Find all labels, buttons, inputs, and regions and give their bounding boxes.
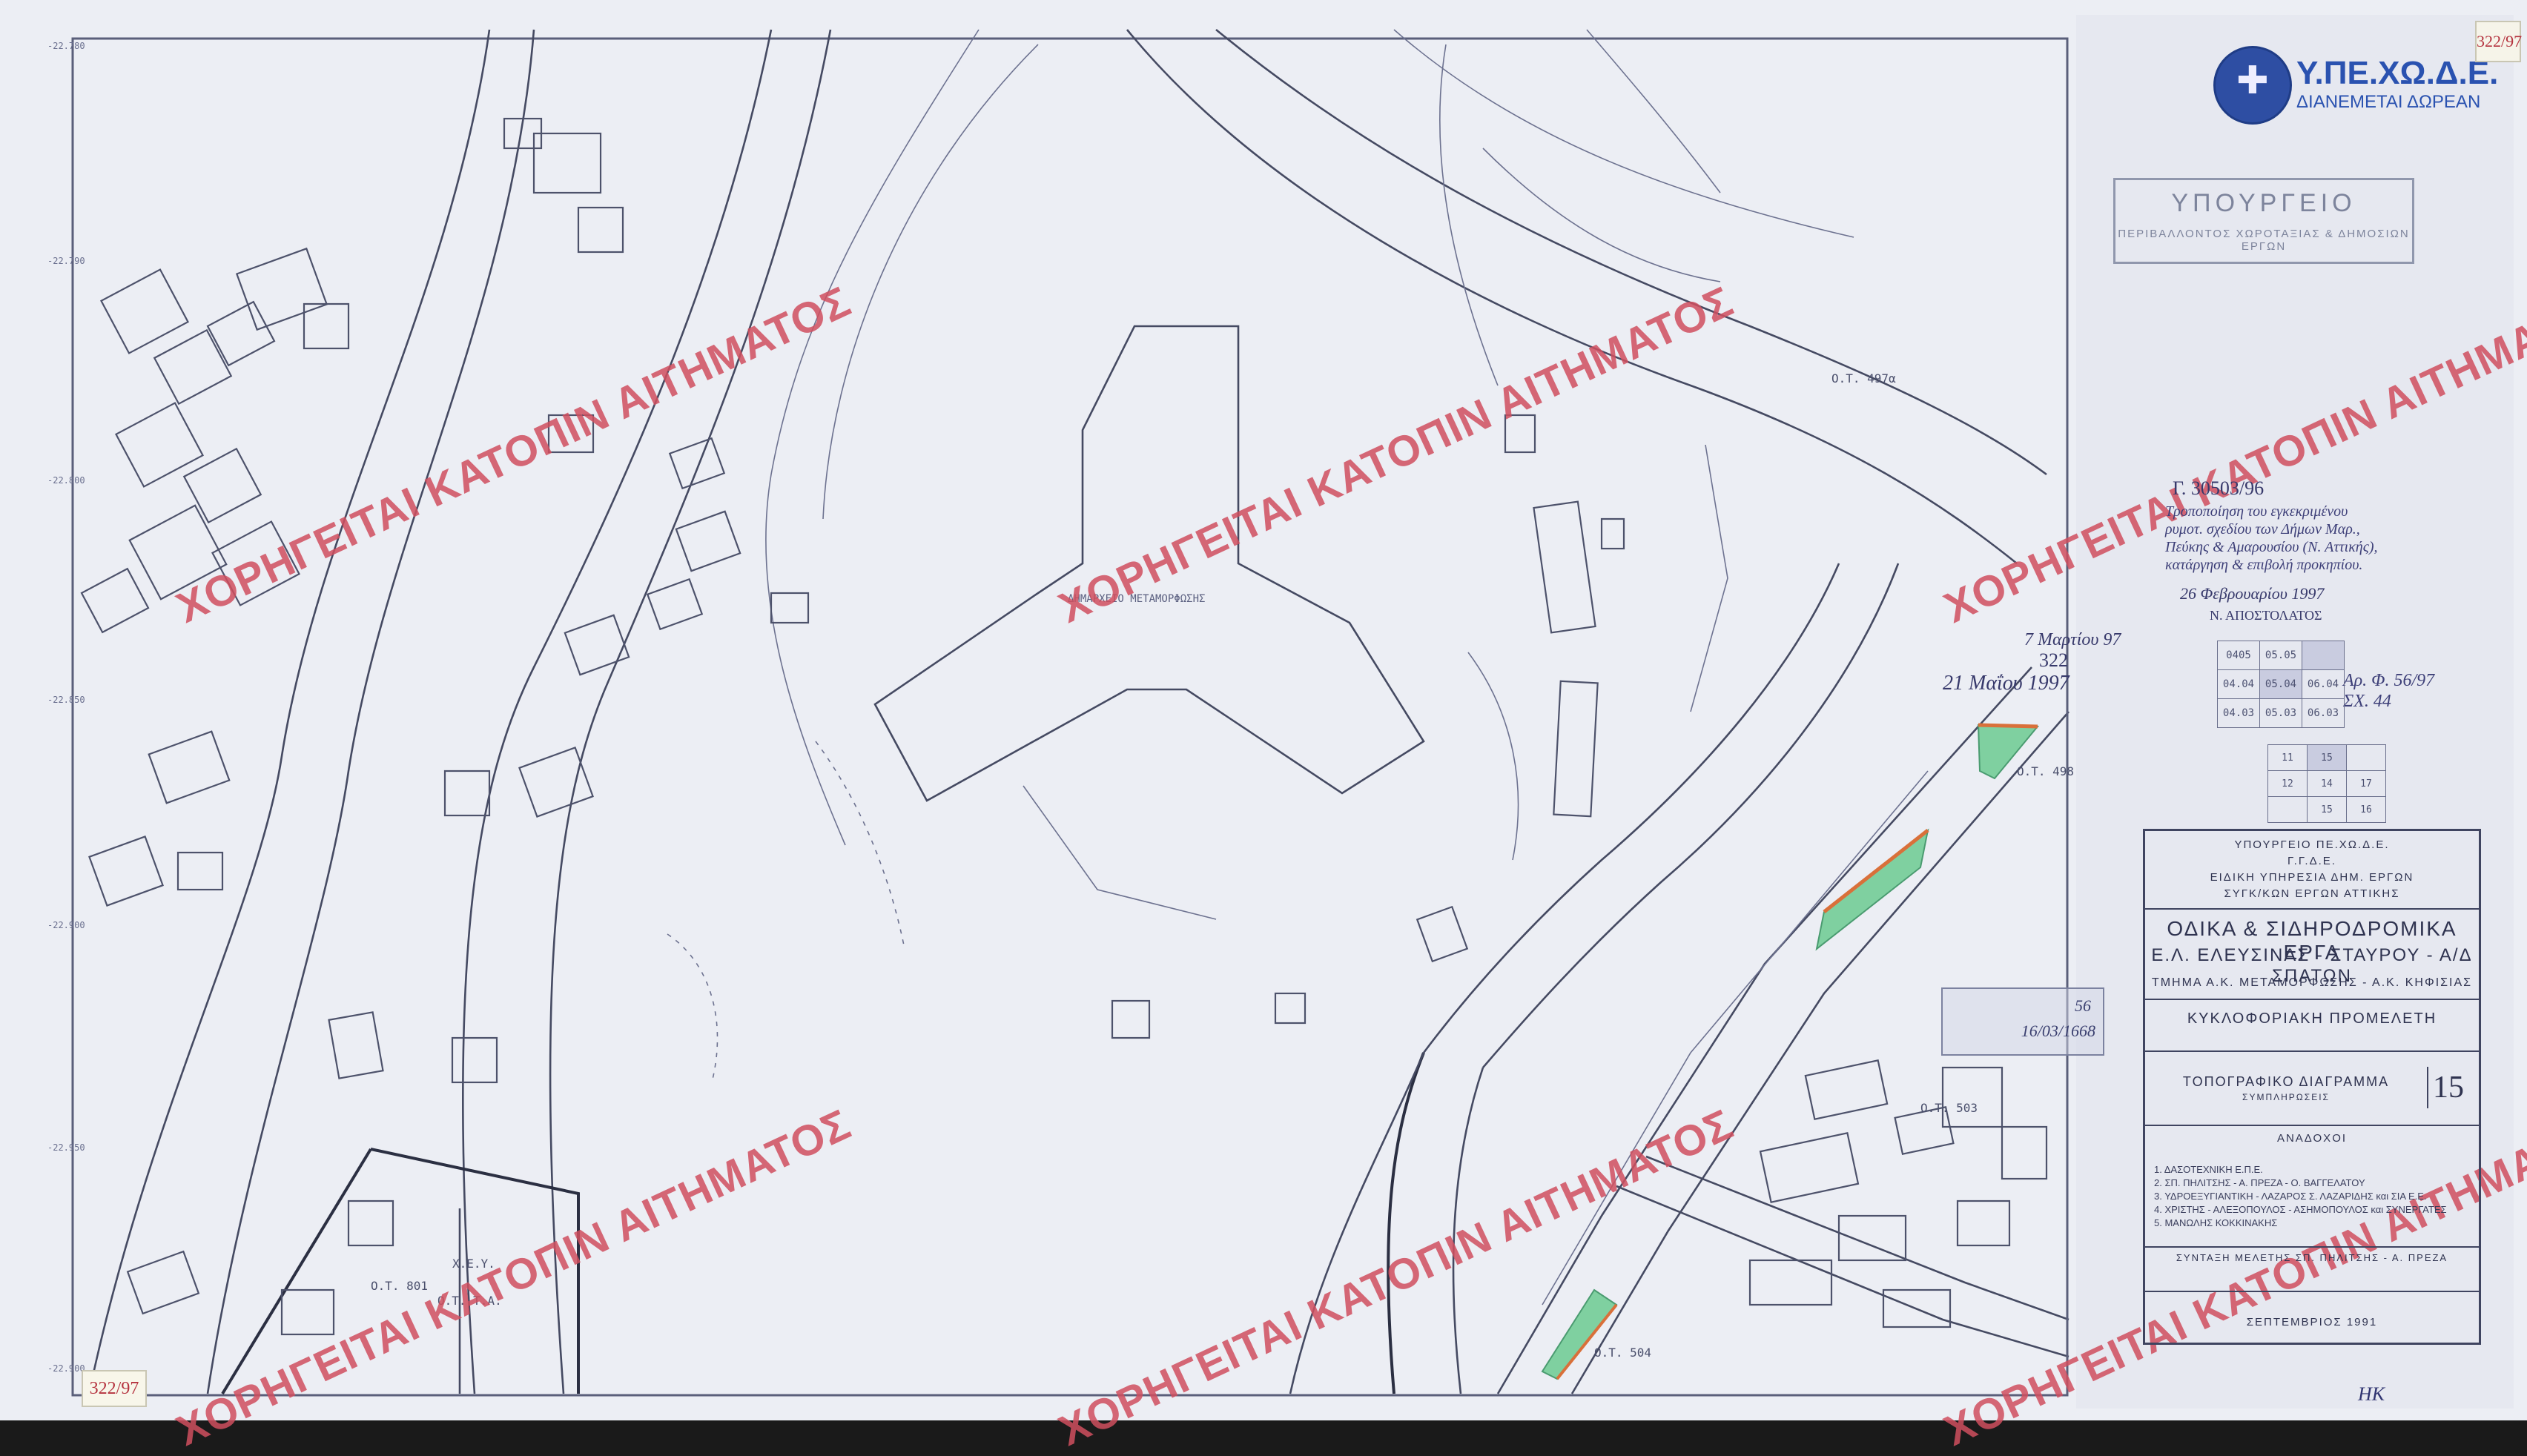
sheet-index-cell: 04.03 [2217, 698, 2260, 728]
ministry-stamp: ΥΠΟΥΡΓΕΙΟ ΠΕΡΙΒΑΛΛΟΝΤΟΣ ΧΩΡΟΤΑΞΙΑΣ & ΔΗΜ… [2113, 178, 2414, 264]
svg-text:-22.850: -22.850 [47, 695, 85, 705]
small-index-cell: 15 [2307, 744, 2347, 771]
tb-contractors-title: ΑΝΑΔΟΧΟΙ [2276, 1132, 2348, 1145]
tb-sheet-number: 15 [2427, 1067, 2468, 1108]
tb-section: ΤΜΗΜΑ Α.Κ. ΜΕΤΑΜΟΡΦΩΣΗΣ - Α.Κ. ΚΗΦΙΣΙΑΣ [2151, 976, 2473, 989]
sheet-index-cell: 06.04 [2302, 669, 2345, 699]
sheet-index-cell: 06.03 [2302, 698, 2345, 728]
label-ot-497a: Ο.Τ. 497α [1831, 371, 1896, 385]
tb-ministry: ΥΠΟΥΡΓΕΙΟ ΠΕ.ΧΩ.Δ.Ε. [2234, 838, 2390, 851]
label-ot-498: Ο.Τ. 498 [2017, 764, 2074, 778]
tb-study: ΚΥΚΛΟΦΟΡΙΑΚΗ ΠΡΟΜΕΛΕΤΗ [2187, 1010, 2437, 1027]
ministry-logo: Υ.ΠΕ.ΧΩ.Δ.Ε. ΔΙΑΝΕΜΕΤΑΙ ΔΩΡΕΑΝ [2213, 46, 2510, 128]
logo-subtitle: ΔΙΑΝΕΜΕΤΑΙ ΔΩΡΕΑΝ [2296, 92, 2481, 112]
small-index-cell: 11 [2267, 744, 2308, 771]
folio-bottom-left: 322/97 [82, 1370, 147, 1407]
map-sheet: -22.780 -22.790 -22.800 -22.850 -22.900 … [0, 0, 2527, 1455]
tb-synthesis: ΣΥΝΤΑΞΗ ΜΕΛΕΤΗΣ ΣΠ. ΠΗΛΙΤΣΗΣ - Α. ΠΡΕΖΑ [2176, 1252, 2448, 1263]
registry-note: 7 Μαρτίου 97 322 21 Μαΐου 1997 [1906, 623, 2128, 704]
approval-ref: Γ. 30503/96 [2173, 477, 2265, 499]
small-index-cell: 14 [2307, 770, 2347, 797]
svg-text:-22.800: -22.800 [47, 475, 85, 486]
sheet-index-grid: 0405 05.05 04.04 05.04 06.04 04.03 05.03… [2217, 641, 2345, 728]
approval-note: Τροποποίηση του εγκεκριμένου ρυμοτ. σχεδ… [2165, 503, 2378, 573]
approval-date: 26 Φεβρουαρίου 1997 [2180, 584, 2325, 603]
small-index-cell: 15 [2307, 796, 2347, 823]
greek-emblem-icon [2213, 46, 2292, 125]
tb-date: ΣΕΠΤΕΜΒΡΙΟΣ 1991 [2246, 1316, 2378, 1328]
registry-date2: 21 Μαΐου 1997 [1943, 672, 2070, 695]
tb-drawing-sub: ΣΥΜΠΛΗΡΩΣΕΙΣ [2242, 1092, 2330, 1102]
folio-bottom-right: ΗΚ [2358, 1383, 2385, 1405]
sheet-index-cell: 05.05 [2259, 641, 2302, 670]
small-index-cell [2267, 796, 2308, 823]
logo-brand: Υ.ΠΕ.ΧΩ.Δ.Ε. [2296, 55, 2499, 91]
small-index-cell: 12 [2267, 770, 2308, 797]
label-ot-801: Ο.Τ. 801 [371, 1279, 428, 1293]
registration-stamp: 56 16/03/1668 [1941, 987, 2104, 1056]
sheet-index-cell: 04.04 [2217, 669, 2260, 699]
registry-date1: 7 Μαρτίου 97 [2024, 630, 2121, 649]
tb-ggde: Γ.Γ.Δ.Ε. [2287, 855, 2336, 867]
sheet-index-cell: 05.03 [2259, 698, 2302, 728]
folio-top-right: 322/97 [2475, 21, 2522, 62]
small-index-grid: 11 15 12 14 17 15 16 [2267, 744, 2386, 823]
label-ot-504: Ο.Τ. 504 [1594, 1346, 1651, 1360]
ministry-stamp-title: ΥΠΟΥΡΓΕΙΟ [2171, 189, 2356, 217]
tb-service: ΕΙΔΙΚΗ ΥΠΗΡΕΣΙΑ ΔΗΜ. ΕΡΓΩΝ [2210, 871, 2414, 884]
svg-text:-22.900: -22.900 [47, 1363, 85, 1374]
registry-number: 322 [2039, 649, 2068, 671]
small-index-cell: 16 [2346, 796, 2386, 823]
ministry-stamp-subtitle: ΠΕΡΙΒΑΛΛΟΝΤΟΣ ΧΩΡΟΤΑΞΙΑΣ & ΔΗΜΟΣΙΩΝ ΕΡΓΩ… [2118, 228, 2410, 253]
svg-text:-22.780: -22.780 [47, 41, 85, 51]
approval-annotation: Γ. 30503/96 Τροποποίηση του εγκεκριμένου… [2047, 445, 2388, 623]
tb-contractor: 5. ΜΑΝΩΛΗΣ ΚΟΚΚΙΝΑΚΗΣ [2154, 1217, 2278, 1228]
tb-drawing: ΤΟΠΟΓΡΑΦΙΚΟ ΔΙΑΓΡΑΜΜΑ [2182, 1074, 2390, 1089]
tb-contractor: 3. ΥΔΡΟΕΞΥΓΙΑΝΤΙΚΗ - ΛΑΖΑΡΟΣ Σ. ΛΑΖΑΡΙΔΗ… [2154, 1191, 2427, 1202]
label-ot-503: Ο.Τ. 503 [1920, 1101, 1978, 1115]
svg-text:-22.950: -22.950 [47, 1142, 85, 1153]
tb-contractor: 2. ΣΠ. ΠΗΛΙΤΣΗΣ - Α. ΠΡΕΖΑ - Ο. ΒΑΓΓΕΛΑΤ… [2154, 1177, 2365, 1188]
approval-signer: Ν. ΑΠΟΣΤΟΛΑΤΟΣ [2210, 608, 2322, 623]
sheet-index-cell-current: 05.04 [2259, 669, 2302, 699]
registration-stamp-date: 16/03/1668 [2021, 1022, 2095, 1040]
sheet-index-cell [2302, 641, 2345, 670]
tb-service2: ΣΥΓΚ/ΚΩΝ ΕΡΓΩΝ ΑΤΤΙΚΗΣ [2224, 887, 2400, 900]
tb-contractor: 4. ΧΡΙΣΤΗΣ - ΑΛΕΞΟΠΟΥΛΟΣ - ΑΣΗΜΟΠΟΥΛΟΣ κ… [2154, 1204, 2447, 1215]
handwritten-note: Αρ. Φ. 56/97 ΣΧ. 44 [2343, 671, 2435, 711]
svg-text:-22.900: -22.900 [47, 920, 85, 930]
small-index-cell [2346, 744, 2386, 771]
tb-contractors-list: 1. ΔΑΣΟΤΕΧΝΙΚΗ Ε.Π.Ε. 2. ΣΠ. ΠΗΛΙΤΣΗΣ - … [2154, 1163, 2473, 1230]
registration-stamp-number: 56 [2075, 996, 2091, 1015]
title-block: ΥΠΟΥΡΓΕΙΟ ΠΕ.ΧΩ.Δ.Ε. Γ.Γ.Δ.Ε. ΕΙΔΙΚΗ ΥΠΗ… [2143, 829, 2481, 1345]
sheet-index-cell: 0405 [2217, 641, 2260, 670]
svg-text:-22.790: -22.790 [47, 256, 85, 266]
tb-contractor: 1. ΔΑΣΟΤΕΧΝΙΚΗ Ε.Π.Ε. [2154, 1164, 2263, 1175]
small-index-cell: 17 [2346, 770, 2386, 797]
